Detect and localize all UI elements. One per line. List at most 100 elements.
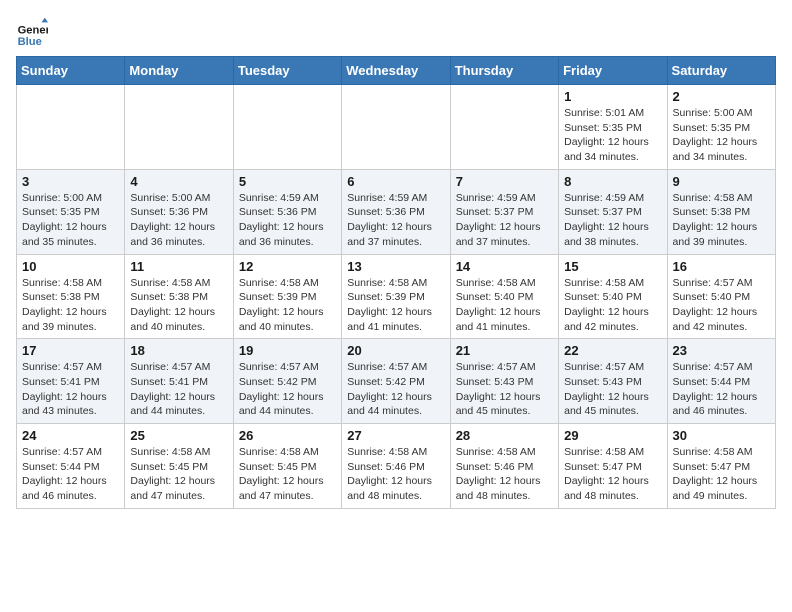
day-number: 9 — [673, 174, 770, 189]
day-info: Sunrise: 4:58 AMSunset: 5:46 PMDaylight:… — [347, 445, 444, 504]
calendar-day-cell: 27 Sunrise: 4:58 AMSunset: 5:46 PMDayligh… — [342, 424, 450, 509]
calendar-day-cell: 3 Sunrise: 5:00 AMSunset: 5:35 PMDaylight… — [17, 169, 125, 254]
calendar-day-cell: 5Sunrise: 4:59 AMSunset: 5:36 PMDaylight… — [233, 169, 341, 254]
day-info: Sunrise: 4:58 AMSunset: 5:45 PMDaylight:… — [130, 445, 227, 504]
empty-cell — [233, 85, 341, 170]
day-number: 14 — [456, 259, 553, 274]
calendar-day-cell: 22Sunrise: 4:57 AMSunset: 5:43 PMDayligh… — [559, 339, 667, 424]
day-info: Sunrise: 5:00 AMSunset: 5:35 PMDaylight:… — [673, 106, 770, 165]
day-info: Sunrise: 5:00 AMSunset: 5:35 PMDaylight:… — [22, 191, 119, 250]
day-number: 7 — [456, 174, 553, 189]
day-number: 13 — [347, 259, 444, 274]
day-number: 12 — [239, 259, 336, 274]
day-number: 18 — [130, 343, 227, 358]
day-info: Sunrise: 4:57 AMSunset: 5:41 PMDaylight:… — [130, 360, 227, 419]
day-number: 24 — [22, 428, 119, 443]
day-info: Sunrise: 4:57 AMSunset: 5:44 PMDaylight:… — [22, 445, 119, 504]
weekday-header-tuesday: Tuesday — [233, 57, 341, 85]
day-number: 27 — [347, 428, 444, 443]
calendar-day-cell: 10 Sunrise: 4:58 AMSunset: 5:38 PMDayligh… — [17, 254, 125, 339]
calendar-day-cell: 23 Sunrise: 4:57 AMSunset: 5:44 PMDayligh… — [667, 339, 775, 424]
day-number: 21 — [456, 343, 553, 358]
day-number: 26 — [239, 428, 336, 443]
day-info: Sunrise: 4:57 AMSunset: 5:44 PMDaylight:… — [673, 360, 770, 419]
day-number: 16 — [673, 259, 770, 274]
day-number: 15 — [564, 259, 661, 274]
calendar-day-cell: 12 Sunrise: 4:58 AMSunset: 5:39 PMDayligh… — [233, 254, 341, 339]
day-info: Sunrise: 5:01 AMSunset: 5:35 PMDaylight:… — [564, 106, 661, 165]
day-number: 25 — [130, 428, 227, 443]
day-info: Sunrise: 4:57 AMSunset: 5:42 PMDaylight:… — [347, 360, 444, 419]
calendar-day-cell: 29 Sunrise: 4:58 AMSunset: 5:47 PMDayligh… — [559, 424, 667, 509]
calendar-day-cell: 9 Sunrise: 4:58 AMSunset: 5:38 PMDaylight… — [667, 169, 775, 254]
calendar-day-cell: 19Sunrise: 4:57 AMSunset: 5:42 PMDayligh… — [233, 339, 341, 424]
weekday-header-monday: Monday — [125, 57, 233, 85]
calendar-day-cell: 1 Sunrise: 5:01 AMSunset: 5:35 PMDaylight… — [559, 85, 667, 170]
day-info: Sunrise: 4:59 AMSunset: 5:36 PMDaylight:… — [239, 191, 336, 250]
calendar-day-cell: 30Sunrise: 4:58 AMSunset: 5:47 PMDayligh… — [667, 424, 775, 509]
weekday-header-wednesday: Wednesday — [342, 57, 450, 85]
day-number: 4 — [130, 174, 227, 189]
day-info: Sunrise: 4:57 AMSunset: 5:41 PMDaylight:… — [22, 360, 119, 419]
calendar-day-cell: 2Sunrise: 5:00 AMSunset: 5:35 PMDaylight… — [667, 85, 775, 170]
empty-cell — [450, 85, 558, 170]
weekday-header-friday: Friday — [559, 57, 667, 85]
day-info: Sunrise: 4:59 AMSunset: 5:36 PMDaylight:… — [347, 191, 444, 250]
day-number: 10 — [22, 259, 119, 274]
calendar-week-row: 3 Sunrise: 5:00 AMSunset: 5:35 PMDaylight… — [17, 169, 776, 254]
calendar-day-cell: 15 Sunrise: 4:58 AMSunset: 5:40 PMDayligh… — [559, 254, 667, 339]
day-number: 17 — [22, 343, 119, 358]
day-number: 30 — [673, 428, 770, 443]
calendar-day-cell: 20 Sunrise: 4:57 AMSunset: 5:42 PMDayligh… — [342, 339, 450, 424]
calendar-week-row: 24 Sunrise: 4:57 AMSunset: 5:44 PMDayligh… — [17, 424, 776, 509]
calendar-day-cell: 24 Sunrise: 4:57 AMSunset: 5:44 PMDayligh… — [17, 424, 125, 509]
calendar-day-cell: 21 Sunrise: 4:57 AMSunset: 5:43 PMDayligh… — [450, 339, 558, 424]
day-info: Sunrise: 4:58 AMSunset: 5:40 PMDaylight:… — [456, 276, 553, 335]
day-info: Sunrise: 4:58 AMSunset: 5:39 PMDaylight:… — [239, 276, 336, 335]
calendar-week-row: 1 Sunrise: 5:01 AMSunset: 5:35 PMDaylight… — [17, 85, 776, 170]
weekday-header-row: SundayMondayTuesdayWednesdayThursdayFrid… — [17, 57, 776, 85]
logo-icon: General Blue — [16, 16, 48, 48]
calendar-day-cell: 14 Sunrise: 4:58 AMSunset: 5:40 PMDayligh… — [450, 254, 558, 339]
svg-text:Blue: Blue — [18, 36, 42, 48]
day-number: 8 — [564, 174, 661, 189]
calendar-day-cell: 16 Sunrise: 4:57 AMSunset: 5:40 PMDayligh… — [667, 254, 775, 339]
logo: General Blue — [16, 16, 48, 48]
calendar-day-cell: 6 Sunrise: 4:59 AMSunset: 5:36 PMDaylight… — [342, 169, 450, 254]
day-number: 19 — [239, 343, 336, 358]
day-info: Sunrise: 4:58 AMSunset: 5:38 PMDaylight:… — [22, 276, 119, 335]
day-number: 22 — [564, 343, 661, 358]
day-number: 29 — [564, 428, 661, 443]
day-info: Sunrise: 4:59 AMSunset: 5:37 PMDaylight:… — [456, 191, 553, 250]
day-info: Sunrise: 4:57 AMSunset: 5:40 PMDaylight:… — [673, 276, 770, 335]
empty-cell — [17, 85, 125, 170]
day-number: 11 — [130, 259, 227, 274]
day-info: Sunrise: 4:58 AMSunset: 5:45 PMDaylight:… — [239, 445, 336, 504]
calendar-day-cell: 25 Sunrise: 4:58 AMSunset: 5:45 PMDayligh… — [125, 424, 233, 509]
calendar-day-cell: 7 Sunrise: 4:59 AMSunset: 5:37 PMDaylight… — [450, 169, 558, 254]
day-info: Sunrise: 4:59 AMSunset: 5:37 PMDaylight:… — [564, 191, 661, 250]
day-number: 3 — [22, 174, 119, 189]
calendar-day-cell: 26 Sunrise: 4:58 AMSunset: 5:45 PMDayligh… — [233, 424, 341, 509]
calendar-day-cell: 28 Sunrise: 4:58 AMSunset: 5:46 PMDayligh… — [450, 424, 558, 509]
calendar-table: SundayMondayTuesdayWednesdayThursdayFrid… — [16, 56, 776, 509]
svg-text:General: General — [18, 25, 48, 37]
day-info: Sunrise: 4:57 AMSunset: 5:43 PMDaylight:… — [456, 360, 553, 419]
day-info: Sunrise: 4:58 AMSunset: 5:38 PMDaylight:… — [673, 191, 770, 250]
day-info: Sunrise: 4:58 AMSunset: 5:47 PMDaylight:… — [564, 445, 661, 504]
page-header: General Blue — [16, 16, 776, 48]
calendar-week-row: 17 Sunrise: 4:57 AMSunset: 5:41 PMDayligh… — [17, 339, 776, 424]
day-number: 28 — [456, 428, 553, 443]
day-info: Sunrise: 4:58 AMSunset: 5:40 PMDaylight:… — [564, 276, 661, 335]
calendar-day-cell: 13Sunrise: 4:58 AMSunset: 5:39 PMDayligh… — [342, 254, 450, 339]
day-number: 6 — [347, 174, 444, 189]
day-number: 1 — [564, 89, 661, 104]
calendar-day-cell: 8 Sunrise: 4:59 AMSunset: 5:37 PMDaylight… — [559, 169, 667, 254]
day-info: Sunrise: 4:58 AMSunset: 5:46 PMDaylight:… — [456, 445, 553, 504]
day-info: Sunrise: 5:00 AMSunset: 5:36 PMDaylight:… — [130, 191, 227, 250]
calendar-day-cell: 4 Sunrise: 5:00 AMSunset: 5:36 PMDaylight… — [125, 169, 233, 254]
empty-cell — [125, 85, 233, 170]
day-number: 20 — [347, 343, 444, 358]
day-number: 23 — [673, 343, 770, 358]
weekday-header-thursday: Thursday — [450, 57, 558, 85]
